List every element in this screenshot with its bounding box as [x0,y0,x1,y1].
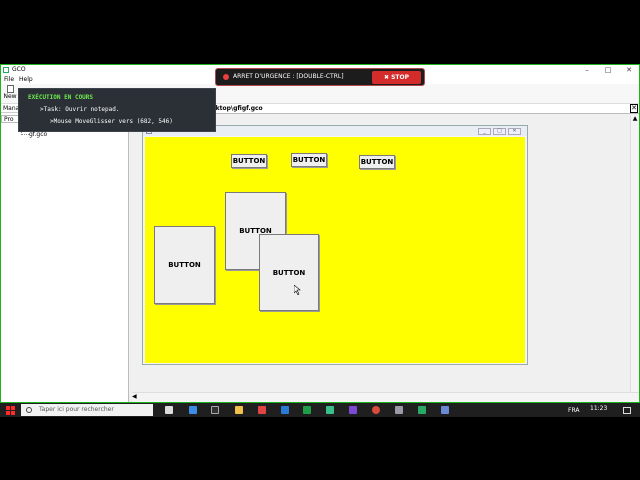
form-button[interactable]: BUTTON [259,234,319,311]
new-document-icon [6,85,14,93]
taskbar-search[interactable]: Taper ici pour rechercher [21,404,153,416]
vertical-scrollbar[interactable]: ▲ [630,115,639,392]
execution-status-panel: EXÉCUTION EN COURS >Task: Ouvrir notepad… [18,88,216,132]
child-maximize-button[interactable]: □ [493,128,506,135]
minimize-button[interactable]: – [577,65,597,75]
close-tab-button[interactable]: ✕ [630,104,638,113]
top-letterbox [0,0,640,64]
language-indicator[interactable]: FRA [568,407,579,414]
store-icon[interactable] [189,406,197,414]
excel-icon[interactable] [303,406,311,414]
form-button[interactable]: BUTTON [154,226,215,304]
search-placeholder: Taper ici pour rechercher [39,406,114,413]
window-title: GCO [12,66,26,73]
search-icon [26,407,32,413]
menu-help[interactable]: Help [19,75,33,84]
execution-action-line: >Mouse MoveGlisser vers (682, 546) [50,118,173,125]
new-button[interactable]: New [3,85,17,103]
form-button[interactable]: BUTTON [359,155,395,169]
menu-file[interactable]: File [4,75,14,84]
vscode-icon[interactable] [281,406,289,414]
child-minimize-button[interactable]: _ [478,128,491,135]
file-explorer-icon[interactable] [235,406,243,414]
form-button[interactable]: BUTTON [231,154,267,168]
maximize-button[interactable]: □ [598,65,618,75]
mouse-cursor-icon [294,285,301,295]
close-button[interactable]: ✕ [619,65,639,75]
manager-panel: Manager Pro gf.gco [1,104,129,402]
gco-app-icon[interactable] [441,406,449,414]
tree-item-file[interactable]: gf.gco [29,131,47,138]
recording-dot-icon [223,74,229,80]
app-icon [3,67,9,73]
emergency-stop-bar: ARRET D'URGENCE : [DOUBLE-CTRL] ✖ STOP [215,68,425,86]
horizontal-scrollbar[interactable]: ◀ [132,392,639,402]
execution-title: EXÉCUTION EN COURS [28,94,94,101]
windows-start-icon[interactable] [6,406,15,415]
child-close-button[interactable]: ✕ [508,128,521,135]
notification-icon[interactable] [623,407,631,414]
form-canvas[interactable]: BUTTON BUTTON BUTTON BUTTON BUTTON BUTTO… [145,137,525,363]
execution-task-line: >Task: Ouvrir notepad. [40,106,120,113]
chrome-icon[interactable] [372,406,380,414]
app-icon[interactable] [418,406,426,414]
git-icon[interactable] [326,406,334,414]
clock[interactable]: 11:23 [590,405,607,412]
terminal-icon[interactable] [211,406,219,414]
emergency-label: ARRET D'URGENCE : [DOUBLE-CTRL] [233,73,344,80]
form-button[interactable]: BUTTON [291,153,327,167]
bottom-letterbox [0,417,640,480]
windows-taskbar: Taper ici pour rechercher FRA 11:23 [0,403,640,417]
stop-button[interactable]: ✖ STOP [372,71,421,84]
calculator-icon[interactable] [395,406,403,414]
messaging-icon[interactable] [349,406,357,414]
new-button-label: New [3,93,17,100]
task-view-icon[interactable] [165,406,173,414]
design-window[interactable]: No Title _ □ ✕ BUTTON BUTTON BUTTON BUTT… [142,125,528,365]
security-icon[interactable] [258,406,266,414]
